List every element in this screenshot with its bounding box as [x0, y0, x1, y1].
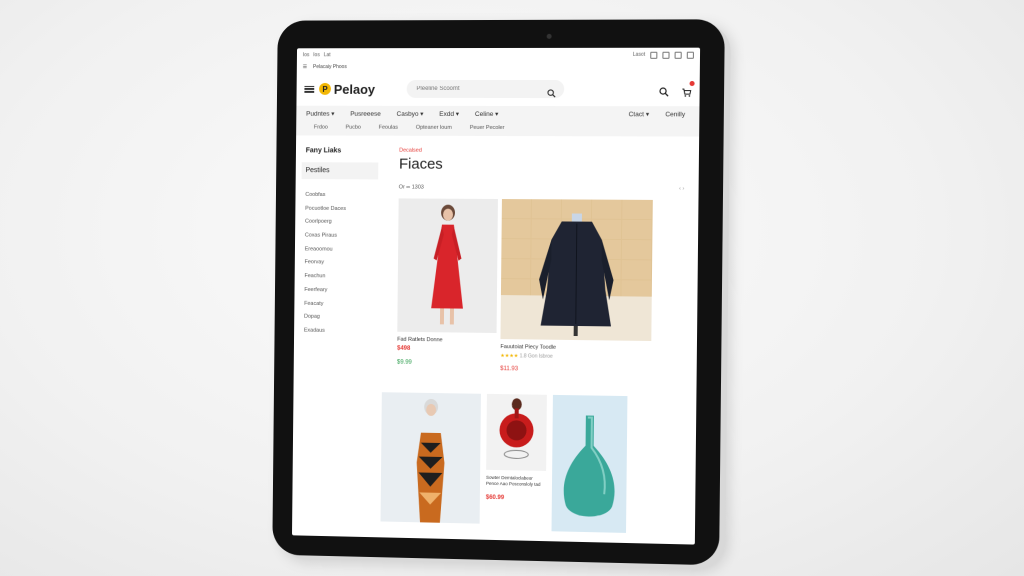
sidebar-item[interactable]: Exadaus: [304, 325, 388, 340]
filter-sidebar: Fany Liaks Pestiles Coobfas Pocuotloe Da…: [294, 135, 390, 370]
share-icon[interactable]: [675, 51, 682, 58]
wifi-icon: [650, 51, 657, 58]
status-bar: Ios Ios Lat Lasot: [297, 48, 700, 63]
rating-count: 1.8 Gon Isbroe: [520, 353, 553, 359]
sidebar-item[interactable]: Coorlpoerg: [305, 216, 389, 230]
product-price: $60.99: [486, 495, 546, 502]
sidebar-item[interactable]: Coobfas: [305, 189, 389, 203]
status-item: Lat: [324, 52, 331, 58]
category-nav: Pudntes ▾ Pusreeese Casbyo ▾ Exdd ▾ Celi…: [296, 106, 699, 137]
product-sale-price: $9.99: [397, 360, 496, 367]
sidebar-item[interactable]: Ereaoomou: [305, 243, 389, 257]
cart-icon[interactable]: [681, 84, 691, 94]
product-card[interactable]: Sowter Demtaloclabeor Pence Aao Posconsl…: [486, 394, 547, 531]
sort-dropdown[interactable]: Or ∞ 1303: [399, 184, 424, 190]
product-card[interactable]: Fauutoiat Piecy Toodle ★★★★ 1.8 Gon Isbr…: [500, 199, 653, 374]
subnav-item[interactable]: Pucbo: [346, 125, 361, 131]
sidebar-item[interactable]: Coxas Piraus: [305, 230, 389, 244]
product-listing: Decalsed Fiaces Or ∞ 1303 ‹ › Fad Ratlet…: [387, 136, 699, 375]
nav-item[interactable]: Casbyo ▾: [397, 110, 424, 118]
subnav-item[interactable]: Opteaner loum: [416, 125, 452, 131]
sidebar-item[interactable]: Feerfeary: [304, 284, 388, 298]
camera-icon: [547, 34, 552, 39]
sidebar-item[interactable]: Feacaty: [304, 297, 388, 312]
nav-item-account[interactable]: Cenilly: [665, 111, 685, 118]
nav-item[interactable]: Pusreeese: [350, 110, 381, 117]
rating-stars: ★★★★: [500, 353, 518, 359]
sidebar-selected-item[interactable]: Pestiles: [302, 162, 379, 179]
product-image[interactable]: [397, 198, 498, 333]
product-card[interactable]: Fad Ratlets Donne $498 $9.99: [397, 198, 498, 372]
sidebar-item[interactable]: Dopag: [304, 311, 388, 326]
hamburger-small-icon[interactable]: ☰: [303, 64, 307, 70]
subnav-item[interactable]: Feoulas: [379, 125, 398, 131]
tablet-device: Ios Ios Lat Lasot ☰ Pelacaiy Phoos P Pel…: [272, 19, 725, 565]
nav-item[interactable]: Exdd ▾: [439, 110, 459, 118]
account-search-icon[interactable]: [659, 84, 669, 94]
menu-icon[interactable]: [304, 85, 314, 92]
status-item: Ios: [313, 52, 320, 58]
sidebar-item[interactable]: Feorvay: [305, 257, 389, 271]
status-item: Ios: [303, 52, 310, 58]
cart-badge: [690, 81, 695, 86]
sidebar-item[interactable]: Pocuotloe Daces: [305, 203, 389, 217]
sidebar-item[interactable]: Feachun: [304, 270, 388, 284]
page-title: Fiaces: [399, 156, 691, 174]
browser-tab-title[interactable]: Pelacaiy Phoos: [313, 64, 347, 70]
logo-text: Pelaoy: [334, 81, 375, 96]
nav-item[interactable]: Celine ▾: [475, 110, 499, 118]
battery-icon: [662, 51, 669, 58]
tabs-icon[interactable]: [687, 51, 694, 58]
search-bar[interactable]: [407, 80, 565, 98]
sidebar-title: Fany Liaks: [306, 147, 390, 154]
product-price: $11.93: [500, 366, 651, 374]
search-input[interactable]: [415, 85, 548, 93]
browser-screen: Ios Ios Lat Lasot ☰ Pelacaiy Phoos P Pel…: [292, 48, 700, 545]
product-price: $498: [397, 346, 496, 353]
product-name[interactable]: Fad Ratlets Donne: [397, 337, 496, 344]
browser-tab-bar: ☰ Pelacaiy Phoos: [297, 62, 700, 72]
subnav-item[interactable]: Frdoo: [314, 125, 328, 131]
product-name[interactable]: Sowter Demtaloclabeor Pence Aao Posconsl…: [486, 475, 546, 488]
product-card[interactable]: [552, 395, 628, 533]
nav-item[interactable]: Pudntes ▾: [306, 110, 334, 118]
status-text: Lasot: [633, 52, 645, 58]
product-image[interactable]: [500, 199, 652, 341]
product-card[interactable]: [380, 392, 481, 529]
product-rating: ★★★★ 1.8 Gon Isbroe: [500, 353, 651, 361]
site-header: P Pelaoy: [296, 72, 699, 106]
pagination-arrows[interactable]: ‹ ›: [679, 186, 684, 192]
product-image[interactable]: [486, 394, 547, 471]
subnav-item[interactable]: Peuer Pecoler: [470, 125, 505, 131]
product-image[interactable]: [552, 395, 628, 533]
breadcrumb[interactable]: Decalsed: [399, 148, 691, 155]
logo-mark-icon: P: [319, 83, 331, 95]
sort-bar: Or ∞ 1303 ‹ ›: [399, 182, 691, 194]
site-logo[interactable]: P Pelaoy: [319, 81, 375, 96]
search-icon[interactable]: [547, 85, 556, 94]
product-image[interactable]: [381, 392, 481, 523]
product-name[interactable]: Fauutoiat Piecy Toodle: [500, 344, 651, 352]
nav-item-contact[interactable]: Ctact ▾: [629, 110, 650, 118]
